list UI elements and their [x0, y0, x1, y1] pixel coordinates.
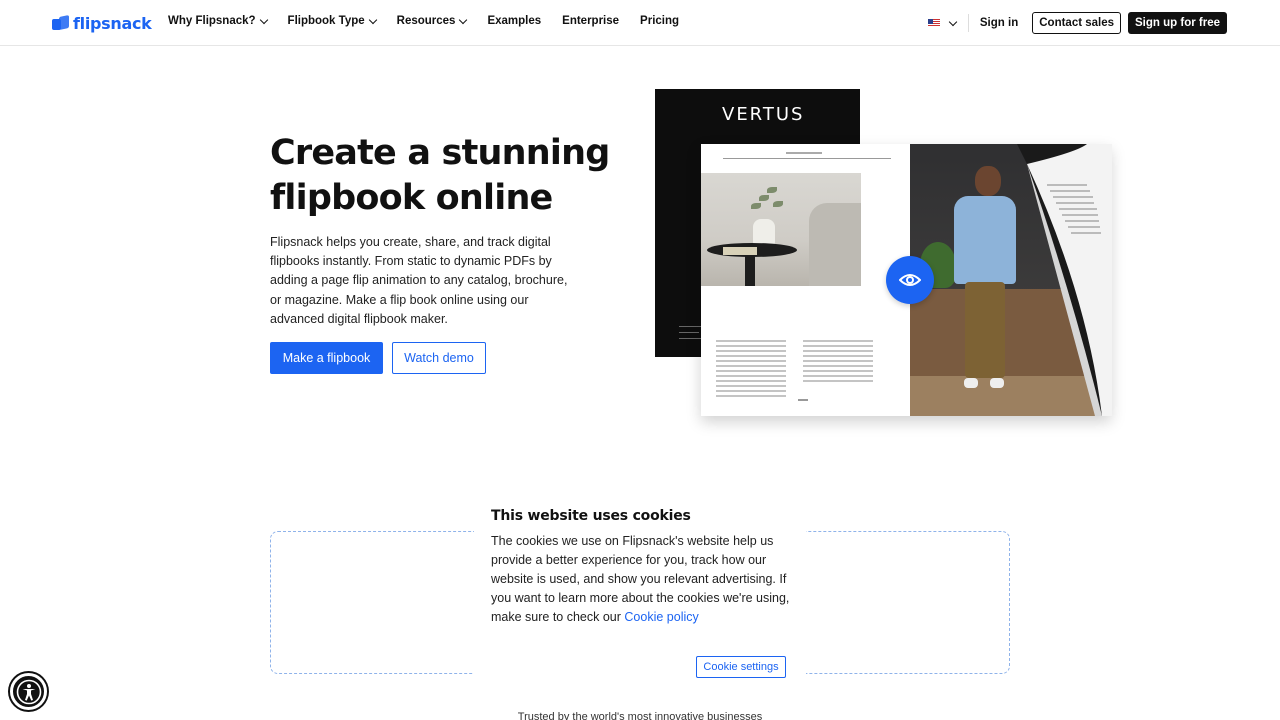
main-menu: Why Flipsnack? Flipbook Type Resources E… [168, 15, 700, 27]
top-navigation: flipsnack Why Flipsnack? Flipbook Type R… [0, 0, 1280, 46]
nav-divider [967, 14, 969, 32]
menu-item-why-flipsnack[interactable]: Why Flipsnack? [168, 15, 268, 27]
flipsnack-logo[interactable]: flipsnack [52, 13, 152, 33]
chevron-down-icon [459, 15, 468, 24]
contact-sales-button[interactable]: Contact sales [1032, 12, 1122, 34]
interior-photo [701, 173, 861, 286]
menu-item-label: Examples [487, 15, 542, 27]
hero-description: Flipsnack helps you create, share, and t… [270, 235, 568, 326]
logo-text: flipsnack [73, 13, 152, 33]
accessibility-icon [16, 679, 41, 704]
nav-actions: Sign in Contact sales Sign up for free [927, 12, 1227, 34]
eye-icon [899, 274, 921, 286]
article-text-column [716, 340, 786, 400]
language-selector[interactable] [927, 17, 958, 27]
menu-item-label: Resources [396, 15, 456, 27]
menu-item-label: Enterprise [562, 15, 620, 27]
menu-item-label: Pricing [640, 15, 680, 27]
page-curl [1017, 144, 1112, 416]
cookie-policy-link[interactable]: Cookie policy [624, 610, 698, 624]
sign-in-link[interactable]: Sign in [980, 17, 1018, 29]
preview-button[interactable] [886, 256, 934, 304]
menu-item-resources[interactable]: Resources [396, 15, 468, 27]
magazine-title: VERTUS [722, 104, 805, 125]
sign-up-button[interactable]: Sign up for free [1128, 12, 1227, 34]
menu-item-examples[interactable]: Examples [487, 15, 541, 27]
trusted-by-text: Trusted by the world's most innovative b… [517, 711, 763, 720]
chevron-down-icon [259, 15, 268, 24]
chevron-down-icon [368, 15, 377, 24]
hero-title: Create a stunning flipbook online [270, 133, 610, 218]
us-flag-icon [927, 19, 940, 27]
logo-icon [52, 14, 69, 31]
article-text-column [803, 340, 873, 385]
menu-item-enterprise[interactable]: Enterprise [562, 15, 619, 27]
flipbook-left-page [701, 144, 910, 416]
menu-item-label: Why Flipsnack? [168, 15, 256, 27]
model-photo [954, 196, 1016, 284]
cookie-banner-title: This website uses cookies [491, 508, 691, 524]
accessibility-button[interactable] [10, 673, 47, 710]
cookie-settings-button[interactable]: Cookie settings [696, 656, 786, 678]
menu-item-label: Flipbook Type [287, 15, 365, 27]
cookie-banner-text: The cookies we use on Flipsnack's websit… [491, 532, 791, 627]
menu-item-pricing[interactable]: Pricing [640, 15, 679, 27]
watch-demo-button[interactable]: Watch demo [392, 342, 486, 374]
chevron-down-icon [948, 17, 958, 26]
menu-item-flipbook-type[interactable]: Flipbook Type [287, 15, 377, 27]
make-flipbook-button[interactable]: Make a flipbook [270, 342, 383, 374]
